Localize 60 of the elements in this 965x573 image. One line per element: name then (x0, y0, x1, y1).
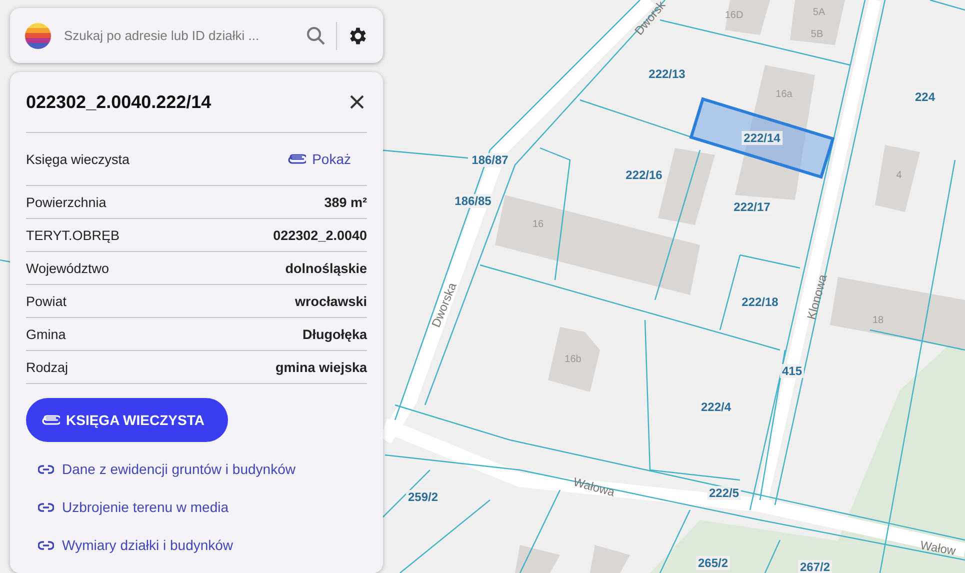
parcel-number: 222/5 (706, 486, 742, 500)
attribute-value: 389 m² (324, 194, 367, 210)
attribute-value: 022302_2.0040 (273, 228, 367, 242)
street-name: Klonowa (805, 273, 829, 321)
show-link[interactable]: Pokaż (288, 151, 351, 167)
building (875, 145, 920, 212)
building-number: 16 (532, 220, 544, 230)
building (590, 545, 630, 573)
attribute-value: gmina wiejska (275, 360, 367, 374)
building (548, 327, 600, 392)
parcel-number: 186/87 (470, 153, 510, 167)
paperclip-icon (42, 415, 60, 425)
parcel-number: 415 (780, 364, 804, 378)
search-field[interactable]: Szukaj po adresie lub ID działki ... (62, 20, 296, 52)
parcel-number: 222/4 (698, 400, 734, 414)
info-link[interactable]: Dane z ewidencji gruntów i budynków (38, 461, 367, 477)
attribute-label: Rodzaj (26, 360, 68, 374)
street-name: Wałowa (572, 476, 616, 498)
parcel-number: 222/14 (742, 131, 782, 145)
building-number: 16a (776, 90, 792, 100)
attribute-label: Gmina (26, 326, 66, 342)
parcel-number: 267/2 (798, 560, 832, 573)
building-number: 5A (812, 8, 826, 18)
paperclip-icon (288, 154, 306, 164)
logo-icon (24, 22, 52, 50)
attribute-label: TERYT.OBRĘB (26, 228, 120, 242)
parcel-number: 259/2 (406, 490, 440, 504)
parcel-number: 222/18 (740, 295, 780, 309)
attribute-label: Powiat (26, 294, 67, 308)
attribute-value: wrocławski (294, 294, 367, 308)
parcel-boundary (930, 0, 965, 11)
building (790, 0, 845, 45)
attribute-label: Powierzchnia (26, 194, 106, 210)
parcel-number: 222/16 (624, 168, 664, 182)
attribute-value: Długołęka (302, 326, 367, 342)
building (515, 545, 560, 573)
parcel-number: 186/85 (452, 194, 494, 208)
building-number: 16D (724, 11, 744, 21)
parcel-number: 222/17 (732, 200, 772, 214)
building-number: 18 (872, 316, 884, 326)
building-number: 5B (810, 30, 824, 40)
parcel-number: 222/13 (646, 67, 688, 81)
attribute-label: Księga wieczysta (26, 152, 130, 166)
street-name: Wałow (919, 539, 957, 557)
building-number: 4 (896, 171, 902, 181)
search-icon[interactable] (306, 26, 326, 46)
link-icon (38, 502, 54, 512)
info-link[interactable]: Uzbrojenie terenu w media (38, 499, 367, 515)
building-number: 16b (564, 355, 582, 365)
search-bar[interactable]: Szukaj po adresie lub ID działki ... (10, 8, 383, 63)
attribute-value: dolnośląskie (285, 260, 367, 276)
parcel-number: 265/2 (696, 556, 730, 570)
parcel-id-title: 022302_2.0040.222/14 (26, 92, 212, 112)
building (725, 0, 770, 35)
link-icon (38, 464, 54, 474)
land-registry-button[interactable]: KSIĘGA WIECZYSTA (26, 398, 228, 442)
info-link[interactable]: Wymiary działki i budynków (38, 537, 367, 553)
parcel-number: 224 (912, 90, 938, 104)
attribute-label: Województwo (26, 260, 110, 276)
link-icon (38, 540, 54, 550)
